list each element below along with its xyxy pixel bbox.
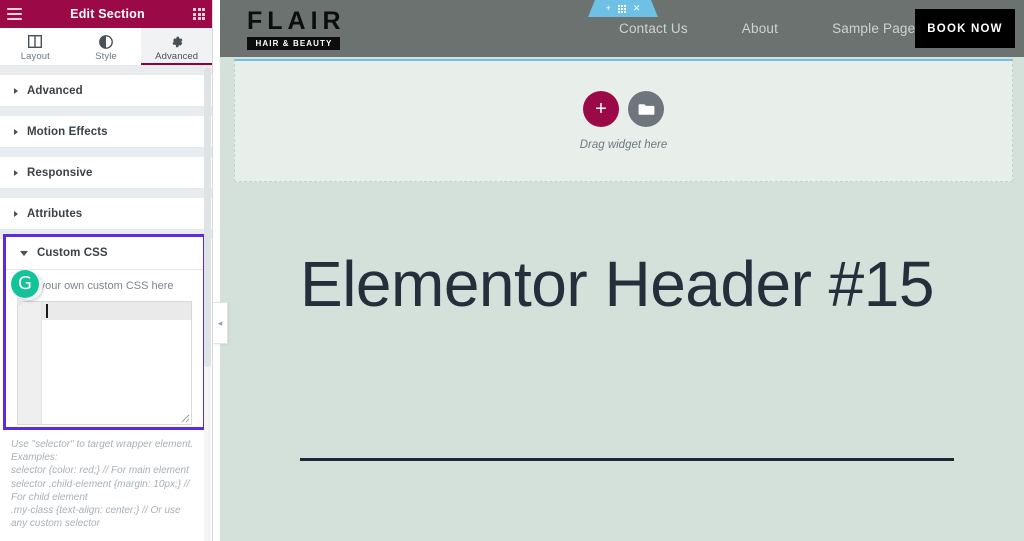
panel-scrollbar-thumb[interactable] — [204, 67, 211, 367]
grid-icon[interactable] — [618, 5, 626, 13]
custom-css-body: Add your own custom CSS here G — [6, 270, 203, 425]
editor-resize-handle[interactable] — [181, 414, 190, 423]
custom-css-help-text: Use "selector" to target wrapper element… — [11, 439, 194, 530]
accordion-gap — [0, 189, 212, 198]
hero-section: Elementor Header #15 — [220, 192, 1024, 541]
accordion-label-responsive: Responsive — [27, 166, 93, 179]
hero-divider — [300, 458, 954, 461]
tab-layout[interactable]: Layout — [0, 28, 71, 65]
screen: Edit Section Layout Style Advanced Advan… — [0, 0, 1024, 541]
gear-icon — [170, 35, 184, 49]
accordion-gap — [0, 107, 212, 116]
panel-accordion: Advanced Motion Effects Responsive Attri… — [0, 66, 212, 239]
accordion-section-motion-effects[interactable]: Motion Effects — [0, 116, 212, 148]
nav-link-about[interactable]: About — [715, 21, 805, 36]
site-preview: FLAIR HAIR & BEAUTY Contact Us About Sam… — [220, 0, 1024, 541]
columns-icon — [28, 35, 43, 49]
site-navbar: FLAIR HAIR & BEAUTY Contact Us About Sam… — [220, 0, 1024, 57]
accordion-section-custom-css[interactable]: Custom CSS Add your own custom CSS here … — [3, 234, 206, 430]
custom-css-label: Custom CSS — [37, 247, 108, 259]
panel-tabs: Layout Style Advanced — [0, 28, 212, 66]
accordion-label-attributes: Attributes — [27, 207, 83, 220]
accordion-section-responsive[interactable]: Responsive — [0, 157, 212, 189]
panel-collapse-handle[interactable]: ◂ — [213, 302, 228, 344]
contrast-icon — [99, 34, 113, 49]
plus-icon[interactable]: + — [606, 4, 611, 13]
chevron-right-icon — [14, 87, 18, 94]
editor-active-line — [42, 302, 191, 320]
chevron-left-icon: ◂ — [217, 317, 223, 328]
plus-circle-icon[interactable]: + — [583, 91, 619, 127]
editor-caret — [46, 304, 48, 318]
logo-tagline: HAIR & BEAUTY — [247, 36, 340, 50]
tab-advanced-label: Advanced — [155, 50, 199, 62]
empty-section-dropzone[interactable]: + Drag widget here — [234, 59, 1013, 182]
editor-gutter — [18, 302, 42, 424]
elementor-editor-panel: Edit Section Layout Style Advanced Advan… — [0, 0, 213, 541]
folder-icon[interactable] — [628, 91, 664, 127]
tab-style[interactable]: Style — [71, 28, 142, 65]
custom-css-header[interactable]: Custom CSS — [6, 237, 203, 270]
accordion-section-advanced[interactable]: Advanced — [0, 75, 212, 107]
tab-advanced[interactable]: Advanced — [141, 28, 212, 65]
accordion-label-motion-effects: Motion Effects — [27, 125, 108, 138]
close-icon[interactable]: ✕ — [633, 4, 641, 13]
section-toolbar: + ✕ — [588, 0, 658, 17]
custom-css-editor[interactable] — [17, 301, 192, 425]
grammarly-icon[interactable]: G — [11, 270, 45, 305]
site-logo[interactable]: FLAIR HAIR & BEAUTY — [247, 8, 343, 50]
book-now-button[interactable]: BOOK NOW — [915, 9, 1015, 48]
panel-header: Edit Section — [0, 0, 212, 28]
tab-layout-label: Layout — [20, 50, 50, 62]
hamburger-icon[interactable] — [7, 8, 22, 20]
accordion-gap — [0, 148, 212, 157]
grid-icon[interactable] — [193, 8, 205, 20]
tab-style-label: Style — [95, 50, 117, 62]
chevron-right-icon — [14, 128, 18, 135]
accordion-label-advanced: Advanced — [27, 84, 83, 97]
nav-link-contact-us[interactable]: Contact Us — [592, 21, 715, 36]
accordion-section-attributes[interactable]: Attributes — [0, 198, 212, 230]
accordion-gap — [0, 66, 212, 75]
grammarly-drag-handle[interactable] — [17, 297, 22, 305]
chevron-right-icon — [14, 210, 18, 217]
panel-title: Edit Section — [70, 7, 145, 21]
page-title: Elementor Header #15 — [300, 248, 934, 320]
chevron-down-icon — [20, 250, 28, 256]
chevron-right-icon — [14, 169, 18, 176]
logo-wordmark: FLAIR — [247, 6, 346, 35]
drop-hint-text: Drag widget here — [579, 139, 668, 151]
